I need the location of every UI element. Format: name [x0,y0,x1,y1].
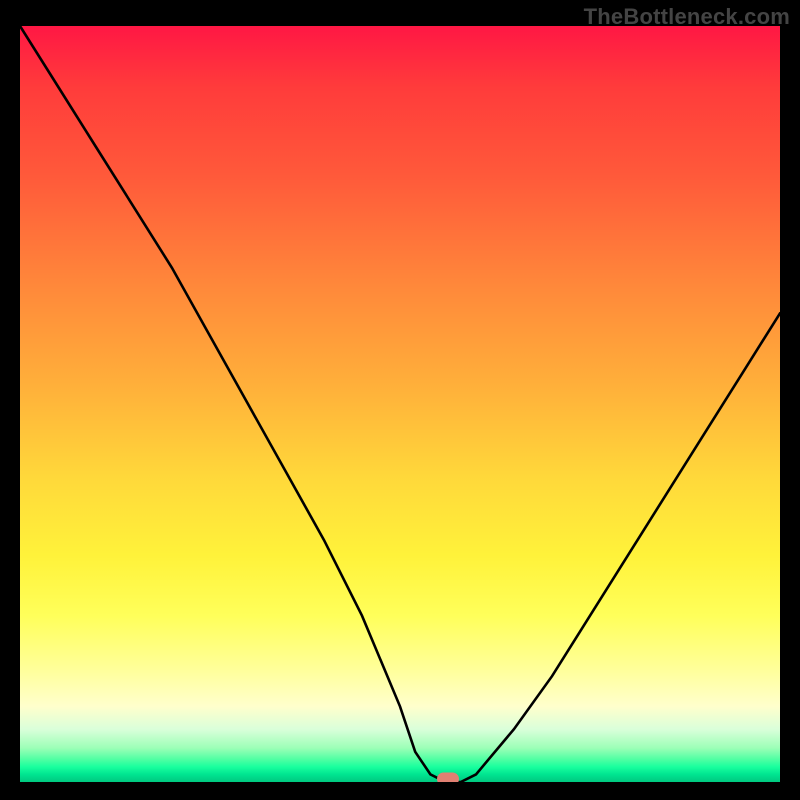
watermark-text: TheBottleneck.com [584,4,790,30]
plot-area [20,26,780,782]
bottleneck-curve [20,26,780,782]
chart-frame: TheBottleneck.com [0,0,800,800]
minimum-marker [437,773,459,783]
curve-svg [20,26,780,782]
